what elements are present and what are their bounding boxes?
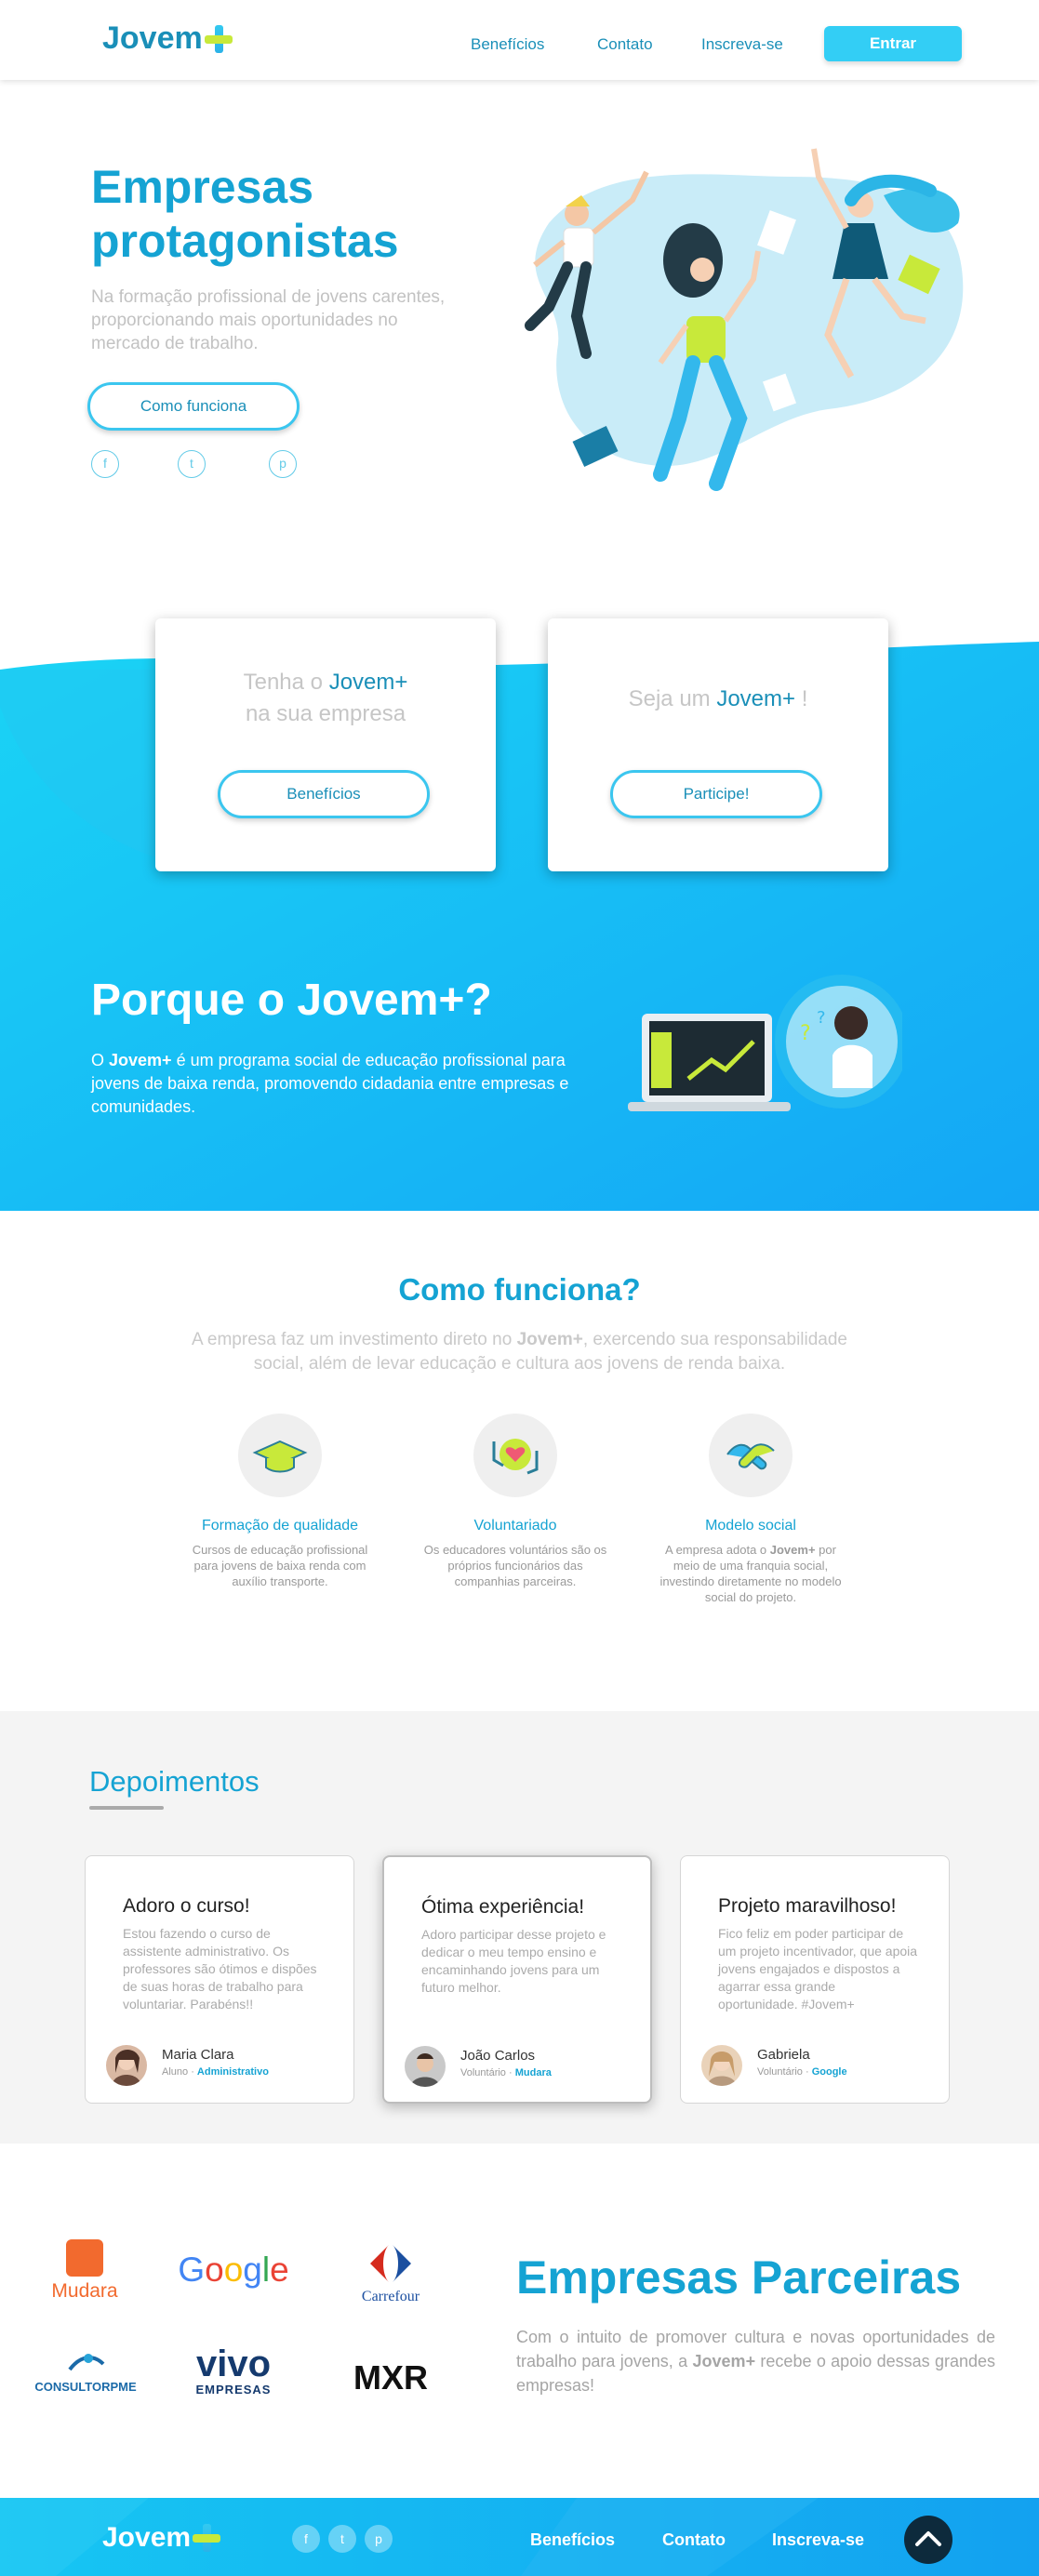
why-title: Porque o Jovem+? (91, 976, 492, 1025)
partner-logo-vivo: vivo EMPRESAS (182, 2345, 285, 2397)
footer-nav-contato[interactable]: Contato (662, 2530, 726, 2550)
graduation-cap-icon (238, 1414, 322, 1497)
mudara-icon (66, 2239, 103, 2277)
avatar (405, 2046, 446, 2087)
feature-desc: Os educadores voluntários são os próprio… (423, 1543, 607, 1588)
empresas-text: EMPRESAS (195, 2383, 272, 2397)
card-benefits-text: Tenha o Jovem+ na sua empresa (243, 670, 408, 726)
carrefour-text: Carrefour (361, 2289, 420, 2304)
avatar (106, 2045, 147, 2086)
back-to-top-button[interactable] (904, 2516, 952, 2564)
why-text: O Jovem+ é um programa social de educaçã… (91, 1051, 569, 1116)
feature-title: Voluntariado (473, 1518, 557, 1534)
footer-logo-text: Jovem (102, 2522, 192, 2553)
hero-title-line1: Empresas (91, 161, 314, 213)
login-button[interactable]: Entrar (824, 26, 962, 61)
feature-title: Modelo social (705, 1518, 796, 1534)
partner-logo-mxr: MXR (353, 2358, 428, 2397)
svg-text:?: ? (800, 1022, 811, 1045)
testimonial-title: Adoro o curso! (123, 1895, 250, 1917)
title-underline (89, 1806, 164, 1810)
plus-icon (204, 24, 233, 53)
partners-title: Empresas Parceiras (516, 2251, 962, 2304)
feature-social-model: Modelo social A empresa adota o Jovem+ p… (653, 1414, 848, 1605)
person-name: Maria Clara (162, 2047, 234, 2063)
testimonial-card: Projeto maravilhoso! Fico feliz em poder… (680, 1855, 950, 2104)
nav-inscreva-se[interactable]: Inscreva-se (701, 35, 783, 54)
chevron-up-icon (915, 2531, 941, 2546)
nav-contato[interactable]: Contato (597, 35, 653, 54)
vivo-text: vivo (195, 2344, 272, 2384)
facebook-icon[interactable]: f (91, 450, 119, 478)
logo[interactable]: Jovem (102, 20, 233, 57)
twitter-icon[interactable]: t (328, 2525, 356, 2553)
facebook-icon[interactable]: f (292, 2525, 320, 2553)
feature-volunteer: Voluntariado Os educadores voluntários s… (418, 1414, 613, 1589)
carrefour-icon (370, 2245, 411, 2282)
feature-desc: Cursos de educação profissional para jov… (192, 1543, 368, 1588)
hero-illustration (525, 148, 964, 491)
hero-title-line2: protagonistas (91, 215, 399, 267)
testimonial-title: Ótima experiência! (421, 1896, 585, 1918)
svg-text:?: ? (817, 1008, 826, 1028)
partner-logo-google: Google (178, 2251, 289, 2289)
partner-logo-carrefour: Carrefour (344, 2243, 437, 2305)
logo-text: Jovem (102, 20, 203, 56)
how-it-works-button[interactable]: Como funciona (87, 382, 300, 431)
hero-title: Empresas protagonistas (91, 160, 482, 268)
person-name: João Carlos (460, 2048, 536, 2064)
person-role: Aluno · Administrativo (162, 2066, 269, 2078)
partners-text: Com o intuito de promover cultura e nova… (516, 2328, 995, 2395)
footer-nav-inscreva-se[interactable]: Inscreva-se (772, 2530, 864, 2550)
how-subtitle: A empresa faz um investimento direto no … (192, 1330, 847, 1374)
card-benefits: Tenha o Jovem+ na sua empresa Benefícios (155, 618, 496, 871)
top-header: Jovem Benefícios Contato Inscreva-se Ent… (0, 0, 1039, 80)
heart-hands-icon (473, 1414, 557, 1497)
person-role: Voluntário · Mudara (460, 2067, 552, 2078)
handshake-icon (709, 1414, 793, 1497)
partner-logo-consultorpme: CONSULTORPME (32, 2351, 140, 2394)
how-title: Como funciona? (398, 1272, 641, 1307)
participate-button[interactable]: Participe! (610, 770, 822, 818)
consultor-icon (68, 2354, 105, 2371)
pinterest-icon[interactable]: p (269, 450, 297, 478)
nav-beneficios[interactable]: Benefícios (471, 35, 544, 54)
testimonials-title: Depoimentos (89, 1765, 260, 1798)
testimonial-title: Projeto maravilhoso! (718, 1895, 897, 1917)
testimonial-body: Fico feliz em poder participar de um pro… (718, 1926, 918, 2012)
footer-logo[interactable]: Jovem (102, 2522, 221, 2554)
card-participate: Seja um Jovem+ ! Participe! (548, 618, 888, 871)
mudara-text: Mudara (51, 2280, 118, 2302)
feature-title: Formação de qualidade (201, 1518, 359, 1534)
benefits-button[interactable]: Benefícios (218, 770, 430, 818)
feature-quality: Formação de qualidade Cursos de educação… (182, 1414, 378, 1589)
card-participate-text: Seja um Jovem+ ! (628, 686, 808, 711)
hero-subtitle: Na formação profissional de jovens caren… (91, 287, 446, 353)
consultorpme-text: CONSULTORPME (34, 2380, 137, 2394)
landing-page: Jovem Benefícios Contato Inscreva-se Ent… (0, 0, 1039, 2576)
feature-desc: A empresa adota o Jovem+ por meio de uma… (659, 1543, 842, 1604)
testimonial-body: Adoro participar desse projeto e dedicar… (421, 1927, 606, 1995)
twitter-icon[interactable]: t (178, 450, 206, 478)
plus-icon (193, 2524, 221, 2552)
avatar (701, 2045, 742, 2086)
person-name: Gabriela (757, 2047, 810, 2063)
testimonial-body: Estou fazendo o curso de assistente admi… (123, 1926, 317, 2012)
partner-logo-mudara: Mudara (45, 2239, 125, 2303)
pinterest-icon[interactable]: p (365, 2525, 393, 2553)
testimonial-card: Adoro o curso! Estou fazendo o curso de … (85, 1855, 354, 2104)
testimonial-card: Ótima experiência! Adoro participar dess… (382, 1855, 652, 2104)
person-role: Voluntário · Google (757, 2066, 847, 2078)
footer-nav-beneficios[interactable]: Benefícios (530, 2530, 615, 2550)
laptop-illustration: ? ? (628, 975, 902, 1111)
